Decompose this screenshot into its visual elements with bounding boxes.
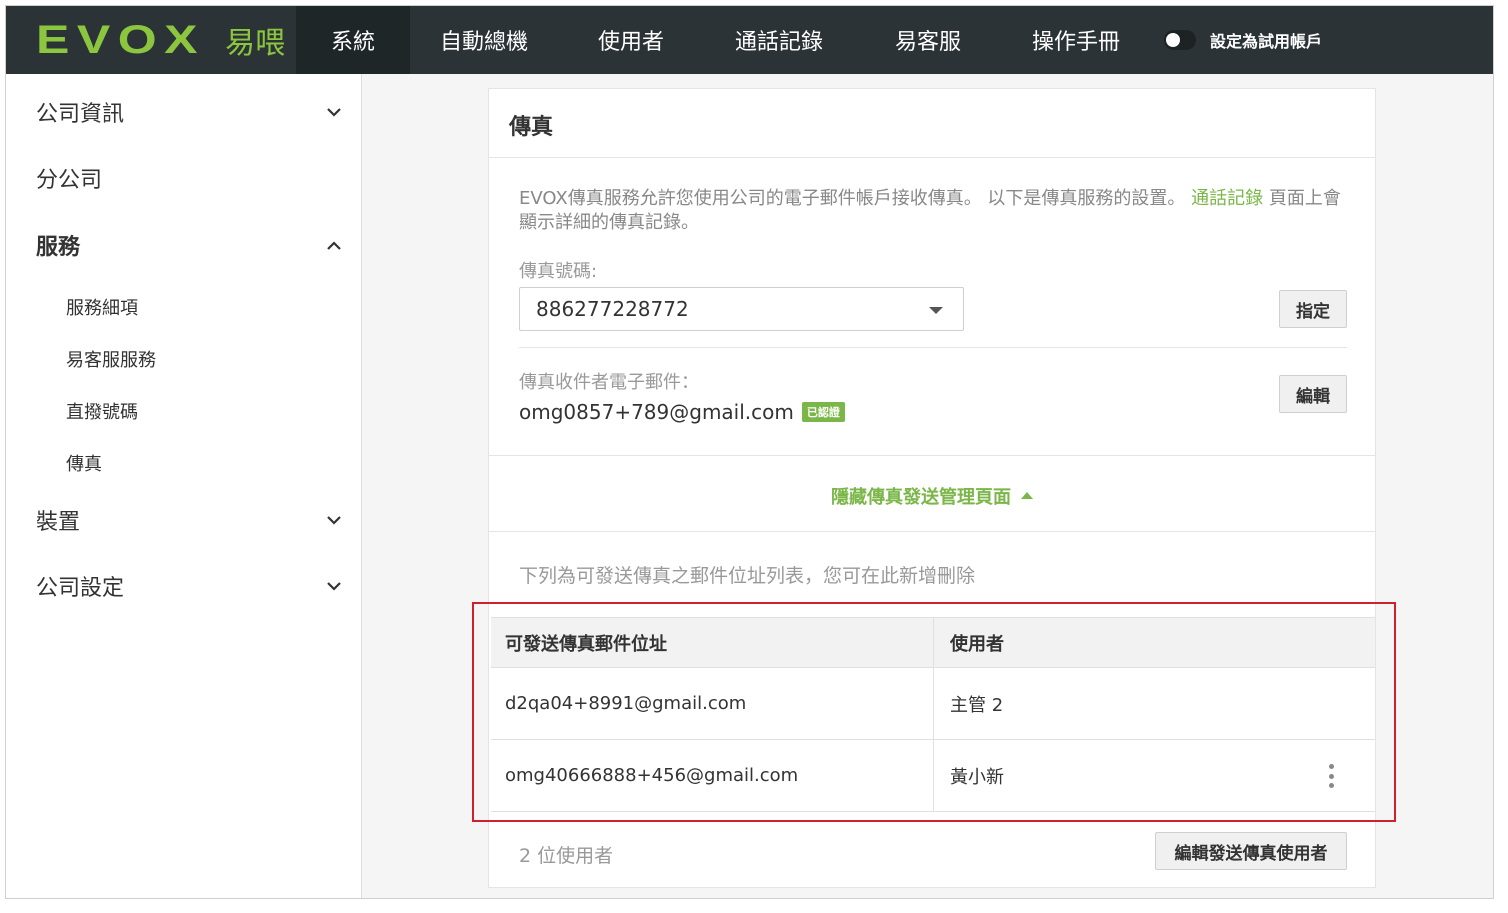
nav-item-call-records[interactable]: 通話記錄: [704, 6, 854, 74]
top-navbar: EVOX 易喂 系統 自動總機 使用者 通話記錄 易客服 操作手冊 設定為試用帳…: [6, 6, 1493, 74]
recipient-email: omg0857+789@gmail.com 已認證: [519, 400, 845, 424]
nav-item-manual[interactable]: 操作手冊: [1002, 6, 1150, 74]
card-title: 傳真: [509, 115, 554, 140]
sidebar-item-devices[interactable]: 裝置: [36, 504, 342, 536]
divider: [519, 347, 1347, 348]
cell-user: 黃小新: [950, 766, 1004, 788]
nav-item-customer-service[interactable]: 易客服: [854, 6, 1002, 74]
chevron-down-icon: [326, 578, 342, 594]
chevron-down-icon: [326, 104, 342, 120]
chevron-up-icon: [326, 237, 342, 253]
sidebar-subitem-fax[interactable]: 傳真: [66, 450, 102, 476]
sender-list-description: 下列為可發送傳真之郵件位址列表，您可在此新增刪除: [519, 565, 976, 587]
table-row: d2qa04+8991@gmail.com 主管 2: [491, 668, 1375, 740]
sidebar-item-label: 公司設定: [36, 576, 125, 601]
cell-user-container: 黃小新: [934, 740, 1375, 811]
main-nav: 系統 自動總機 使用者 通話記錄 易客服 操作手冊: [296, 6, 1150, 74]
recipient-email-value: omg0857+789@gmail.com: [519, 400, 794, 424]
sidebar-item-company-info[interactable]: 公司資訊: [36, 96, 342, 128]
table-row: omg40666888+456@gmail.com 黃小新: [491, 740, 1375, 812]
call-records-link[interactable]: 通話記錄: [1191, 188, 1263, 209]
verified-badge: 已認證: [801, 402, 845, 422]
nav-item-users[interactable]: 使用者: [558, 6, 704, 74]
logo-subtitle: 易喂: [225, 26, 286, 61]
fax-number-value: 886277228772: [536, 297, 689, 321]
nav-item-system[interactable]: 系統: [296, 6, 410, 74]
user-count: 2 位使用者: [519, 845, 614, 867]
fax-number-label: 傳真號碼:: [519, 261, 598, 282]
assign-button[interactable]: 指定: [1279, 290, 1347, 328]
description-text: EVOX傳真服務允許您使用公司的電子郵件帳戶接收傳真。 以下是傳真服務的設置。: [519, 188, 1192, 209]
column-header-email: 可發送傳真郵件位址: [491, 618, 934, 667]
trial-label: 設定為試用帳戶: [1210, 32, 1323, 51]
sidebar-item-company-settings[interactable]: 公司設定: [36, 570, 342, 602]
sidebar-subitem-service-details[interactable]: 服務細項: [66, 294, 138, 320]
cell-email: omg40666888+456@gmail.com: [491, 740, 934, 811]
trial-toggle[interactable]: [1164, 30, 1196, 50]
chevron-down-icon: [326, 512, 342, 528]
fax-senders-table: 可發送傳真郵件位址 使用者 d2qa04+8991@gmail.com 主管 2…: [491, 617, 1375, 812]
edit-button[interactable]: 編輯: [1279, 375, 1347, 413]
divider: [489, 455, 1375, 456]
caret-up-icon: [1021, 491, 1033, 499]
app-window: EVOX 易喂 系統 自動總機 使用者 通話記錄 易客服 操作手冊 設定為試用帳…: [5, 5, 1494, 899]
sidebar-subitem-direct-numbers[interactable]: 直撥號碼: [66, 398, 138, 424]
trial-account-switch: 設定為試用帳戶: [1164, 26, 1322, 54]
caret-down-icon: [929, 307, 943, 314]
sidebar-item-services[interactable]: 服務: [36, 229, 342, 261]
sidebar: 公司資訊 分公司 服務 服務細項 易客服服務 直撥號碼 傳真 裝置 公司設定: [6, 74, 362, 898]
divider: [489, 157, 1375, 158]
toggle-knob: [1166, 33, 1180, 47]
sidebar-item-branch[interactable]: 分公司: [36, 162, 342, 194]
sidebar-subitem-customer-service[interactable]: 易客服服務: [66, 346, 156, 372]
table-header: 可發送傳真郵件位址 使用者: [491, 618, 1375, 668]
cell-user: 主管 2: [950, 694, 1004, 716]
evox-logo[interactable]: EVOX 易喂: [6, 6, 296, 74]
recipient-email-label: 傳真收件者電子郵件：: [519, 372, 699, 393]
column-header-user: 使用者: [950, 633, 1004, 655]
sidebar-item-label: 裝置: [36, 510, 81, 535]
toggle-link-label: 隱藏傳真發送管理頁面: [831, 487, 1011, 508]
hide-fax-management-toggle[interactable]: 隱藏傳真發送管理頁面: [489, 483, 1375, 509]
divider: [489, 531, 1375, 532]
sidebar-item-label: 分公司: [36, 168, 103, 193]
fax-description: EVOX傳真服務允許您使用公司的電子郵件帳戶接收傳真。 以下是傳真服務的設置。 …: [519, 187, 1351, 235]
cell-email: d2qa04+8991@gmail.com: [491, 668, 934, 739]
sidebar-item-label: 公司資訊: [36, 102, 125, 127]
nav-item-auto-attendant[interactable]: 自動總機: [410, 6, 558, 74]
fax-number-select[interactable]: 886277228772: [519, 287, 964, 331]
fax-card: 傳真 EVOX傳真服務允許您使用公司的電子郵件帳戶接收傳真。 以下是傳真服務的設…: [488, 88, 1376, 888]
logo-mark: EVOX: [36, 17, 205, 62]
edit-fax-senders-button[interactable]: 編輯發送傳真使用者: [1155, 832, 1347, 870]
sidebar-item-label: 服務: [36, 235, 81, 260]
more-options-icon[interactable]: [1327, 764, 1335, 788]
